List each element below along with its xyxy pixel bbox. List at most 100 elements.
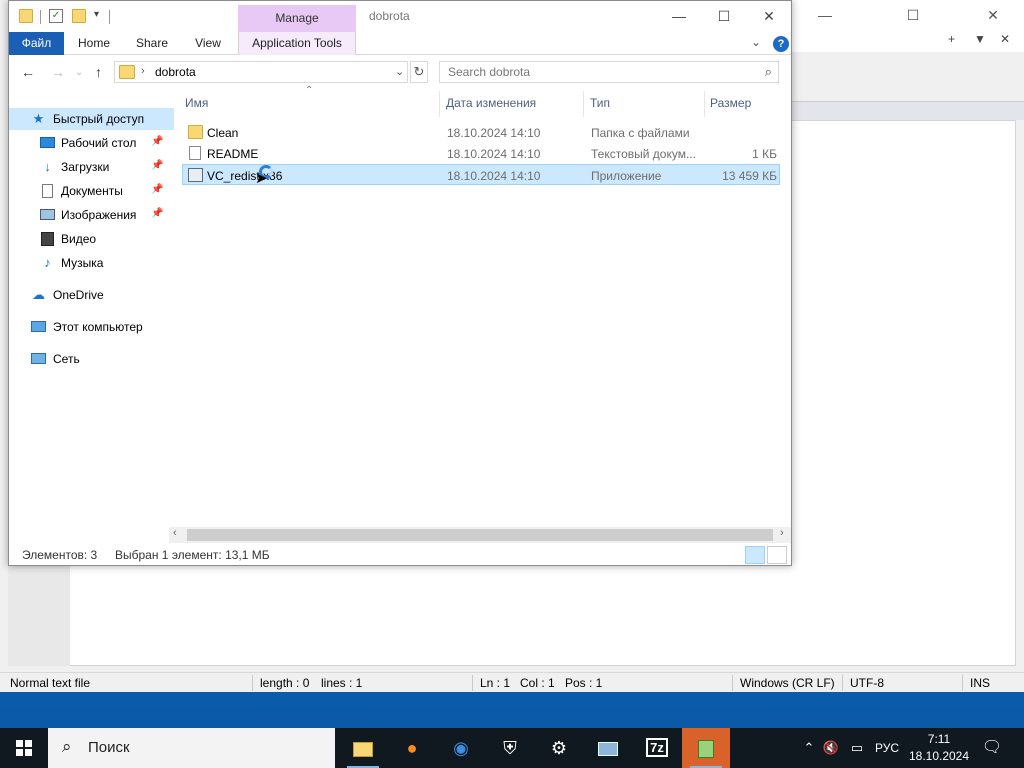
documents-icon (42, 184, 53, 198)
network-manager-icon[interactable] (584, 728, 632, 768)
folder-icon (19, 9, 33, 23)
nav-item-this-pc[interactable]: Этот компьютер (9, 316, 174, 338)
window-title: dobrota (369, 9, 410, 23)
notepad-toolbar (792, 52, 1024, 102)
search-placeholder[interactable]: Search dobrota (448, 65, 530, 79)
nav-item-pictures[interactable]: Изображения 📌 (9, 204, 174, 226)
taskbar: ⌕ Поиск ● ◉ ⛨ ⚙ 7z ⌃ 🔇 ▭ РУС 7:11 18.10.… (0, 728, 1024, 768)
notepad-close-button[interactable]: ✕ (970, 4, 1016, 26)
properties-icon[interactable]: ✓ (49, 9, 63, 23)
chevron-right-icon[interactable]: › (141, 65, 145, 77)
status-pos: Pos : 1 (565, 676, 603, 690)
nav-item-desktop[interactable]: Рабочий стол 📌 (9, 132, 174, 154)
navigation-pane: ★ Быстрый доступ Рабочий стол 📌 ↓ Загруз… (9, 101, 174, 521)
taskbar-search-placeholder[interactable]: Поиск (88, 739, 130, 756)
nav-item-onedrive[interactable]: ☁ OneDrive (9, 284, 174, 306)
7zip-icon[interactable]: 7z (633, 728, 681, 768)
volume-muted-icon[interactable]: 🔇 (820, 728, 842, 768)
notepad-line-gutter (8, 565, 70, 666)
scroll-right-icon[interactable]: › (780, 527, 784, 539)
scroll-left-icon[interactable]: ‹ (173, 527, 177, 539)
tab-view[interactable]: View (189, 32, 227, 55)
notepad-minimize-button[interactable]: — (802, 4, 848, 26)
file-name: Clean (207, 126, 239, 140)
nav-label: Музыка (61, 256, 104, 270)
manage-tab[interactable]: Manage (238, 5, 356, 32)
language-indicator[interactable]: РУС (870, 728, 904, 768)
clock-date: 18.10.2024 (908, 749, 970, 763)
nav-item-quick-access[interactable]: ★ Быстрый доступ (9, 108, 174, 130)
address-bar[interactable]: › dobrota ⌄ (114, 61, 408, 83)
nav-label: Видео (61, 232, 97, 246)
column-header-name[interactable]: Имя (185, 89, 435, 117)
up-arrow-icon[interactable]: ↑ (95, 64, 102, 80)
file-explorer-icon[interactable] (339, 728, 387, 768)
quick-access-dropdown-icon[interactable]: ▾ (94, 9, 99, 20)
refresh-icon[interactable]: ↻ (410, 61, 428, 83)
tab-application-tools[interactable]: Application Tools (238, 32, 356, 55)
chevron-down-icon[interactable]: ⌄ (751, 35, 761, 49)
nav-item-network[interactable]: Сеть (9, 348, 174, 370)
security-icon[interactable]: ⛨ (486, 728, 534, 768)
new-tab-icon[interactable]: + (948, 32, 955, 46)
chromium-icon[interactable]: ◉ (437, 728, 485, 768)
notepad-maximize-button[interactable]: ☐ (890, 4, 936, 26)
nav-item-documents[interactable]: Документы 📌 (9, 180, 174, 202)
pin-icon[interactable]: 📌 (151, 184, 163, 195)
nav-label: Рабочий стол (61, 136, 137, 150)
file-type: Приложение (591, 169, 662, 183)
tab-list-icon[interactable]: ▼ (974, 32, 986, 46)
tab-share[interactable]: Share (131, 32, 173, 55)
minimize-button[interactable]: — (656, 5, 702, 27)
status-col: Col : 1 (520, 676, 555, 690)
application-icon (188, 168, 203, 182)
forward-arrow-icon[interactable]: → (51, 64, 65, 80)
details-view-icon[interactable] (745, 546, 765, 564)
address-dropdown-icon[interactable]: ⌄ (395, 65, 404, 78)
large-icons-view-icon[interactable] (767, 546, 787, 564)
close-button[interactable]: ✕ (746, 5, 792, 27)
address-path[interactable]: dobrota (155, 65, 196, 79)
pin-icon[interactable]: 📌 (151, 208, 163, 219)
file-row[interactable]: README 18.10.2024 14:10 Текстовый докум.… (183, 143, 781, 164)
show-hidden-icons-icon[interactable]: ⌃ (798, 728, 820, 768)
column-header-type[interactable]: Тип (590, 89, 702, 117)
scrollbar-thumb[interactable] (187, 529, 773, 541)
horizontal-scrollbar[interactable]: ‹ › (169, 527, 791, 543)
status-mode: INS (970, 676, 991, 690)
start-button[interactable] (0, 728, 48, 768)
cloud-icon: ☁ (32, 287, 45, 302)
close-tab-icon[interactable]: ✕ (1000, 32, 1010, 46)
search-box[interactable]: Search dobrota ⌕ (439, 61, 779, 83)
clock[interactable]: 7:11 18.10.2024 (904, 731, 974, 765)
file-row-selected[interactable]: VC_redist.x86 ➤ 18.10.2024 14:10 Приложе… (182, 164, 780, 187)
tab-file[interactable]: Файл (9, 32, 64, 55)
taskbar-search[interactable]: ⌕ Поиск (48, 728, 335, 768)
firefox-icon[interactable]: ● (388, 728, 436, 768)
column-header-size[interactable]: Размер (710, 89, 780, 117)
help-icon[interactable]: ? (773, 36, 789, 52)
nav-item-video[interactable]: Видео (9, 228, 174, 250)
new-folder-icon[interactable] (72, 9, 86, 23)
back-arrow-icon[interactable]: ← (21, 64, 35, 80)
nav-label: Загрузки (61, 160, 110, 174)
file-date: 18.10.2024 14:10 (447, 126, 541, 140)
nav-item-music[interactable]: ♪ Музыка (9, 252, 174, 274)
file-row[interactable]: Clean 18.10.2024 14:10 Папка с файлами (183, 122, 781, 143)
status-length: length : 0 (260, 676, 310, 690)
pin-icon[interactable]: 📌 (151, 160, 163, 171)
notifications-icon[interactable]: 🗨 (978, 728, 1006, 768)
network-icon (31, 353, 46, 364)
file-size: 13 459 КБ (722, 169, 777, 183)
nav-item-downloads[interactable]: ↓ Загрузки 📌 (9, 156, 174, 178)
explorer-statusbar: Элементов: 3 Выбран 1 элемент: 13,1 МБ (9, 544, 791, 566)
status-encoding: UTF-8 (850, 676, 884, 690)
pin-icon[interactable]: 📌 (151, 136, 163, 147)
column-header-date[interactable]: Дата изменения (446, 89, 582, 117)
tab-home[interactable]: Home (71, 32, 117, 55)
network-status-icon[interactable]: ▭ (845, 728, 869, 768)
notepad-plus-icon[interactable] (682, 728, 730, 768)
maximize-button[interactable]: ☐ (701, 5, 747, 27)
settings-icon[interactable]: ⚙ (535, 728, 583, 768)
recent-locations-icon[interactable]: ⌄ (75, 67, 83, 78)
